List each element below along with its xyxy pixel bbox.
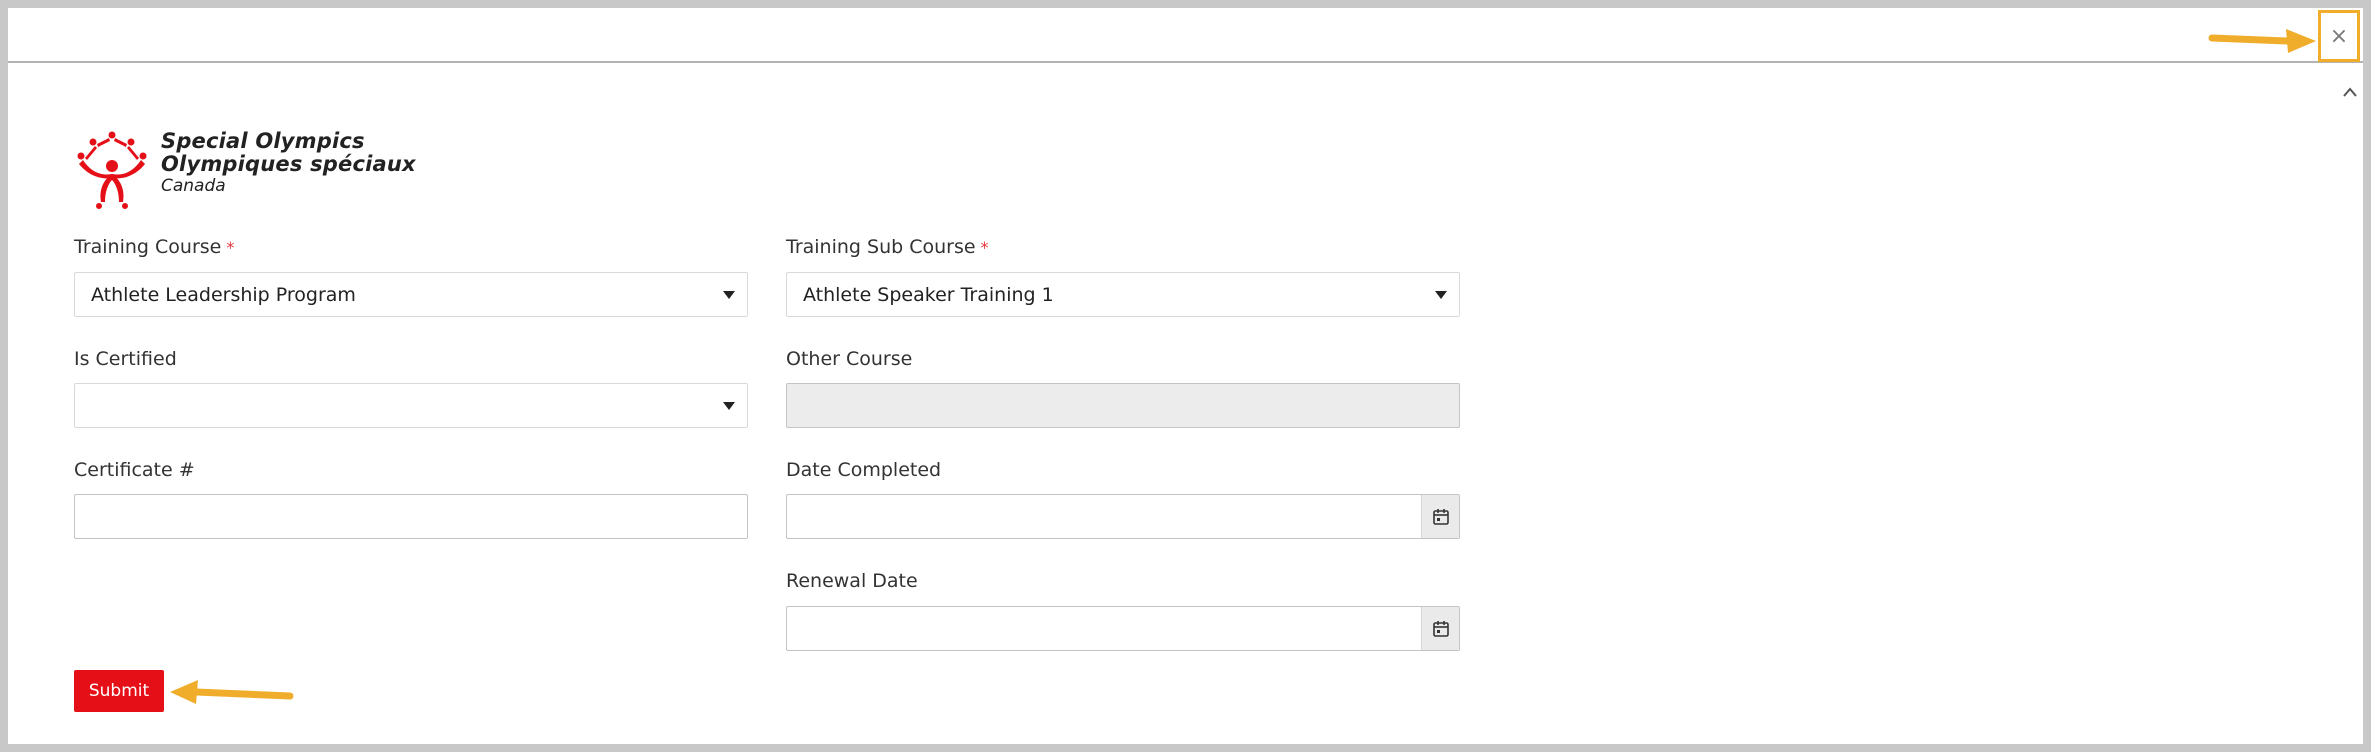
caret-down-icon [723, 402, 735, 410]
caret-down-icon [723, 291, 735, 299]
calendar-icon [1432, 508, 1449, 525]
logo-line-3: Canada [161, 176, 226, 196]
training-sub-course-value: Athlete Speaker Training 1 [803, 284, 1054, 306]
other-course-input [786, 383, 1460, 428]
modal-dialog: × Special Olympics Olympiques spéciaux C… [8, 8, 2363, 744]
date-completed-calendar-button[interactable] [1421, 495, 1459, 538]
is-certified-label: Is Certified [74, 348, 177, 370]
certificate-number-label: Certificate # [74, 459, 195, 481]
submit-button[interactable]: Submit [74, 670, 164, 712]
caret-down-icon [1435, 291, 1447, 299]
close-icon: × [2329, 23, 2349, 49]
renewal-date-calendar-button[interactable] [1421, 607, 1459, 650]
scrollbar[interactable] [2338, 80, 2363, 744]
required-marker: * [980, 238, 989, 257]
renewal-date-input[interactable] [786, 606, 1460, 651]
required-marker: * [226, 238, 235, 257]
certificate-number-input[interactable] [74, 494, 748, 539]
training-course-label: Training Course * [74, 236, 235, 258]
close-button[interactable]: × [2318, 10, 2360, 62]
training-course-value: Athlete Leadership Program [91, 284, 356, 306]
calendar-icon [1432, 620, 1449, 637]
is-certified-select[interactable] [74, 383, 748, 428]
chevron-up-icon[interactable] [2341, 84, 2359, 100]
logo: Special Olympics Olympiques spéciaux Can… [73, 120, 473, 210]
training-course-select[interactable]: Athlete Leadership Program [74, 272, 748, 317]
logo-line-2: Olympiques spéciaux [161, 152, 416, 176]
training-sub-course-label: Training Sub Course * [786, 236, 989, 258]
annotation-arrow-icon [2208, 29, 2316, 53]
date-completed-input[interactable] [786, 494, 1460, 539]
special-olympics-logo-icon [77, 131, 147, 209]
logo-text: Special Olympics Olympiques spéciaux Can… [161, 130, 416, 197]
other-course-label: Other Course [786, 348, 913, 370]
logo-line-1: Special Olympics [161, 129, 365, 153]
training-sub-course-select[interactable]: Athlete Speaker Training 1 [786, 272, 1460, 317]
modal-header: × [8, 8, 2363, 63]
renewal-date-label: Renewal Date [786, 570, 918, 592]
annotation-arrow-icon [170, 680, 294, 704]
date-completed-label: Date Completed [786, 459, 942, 481]
